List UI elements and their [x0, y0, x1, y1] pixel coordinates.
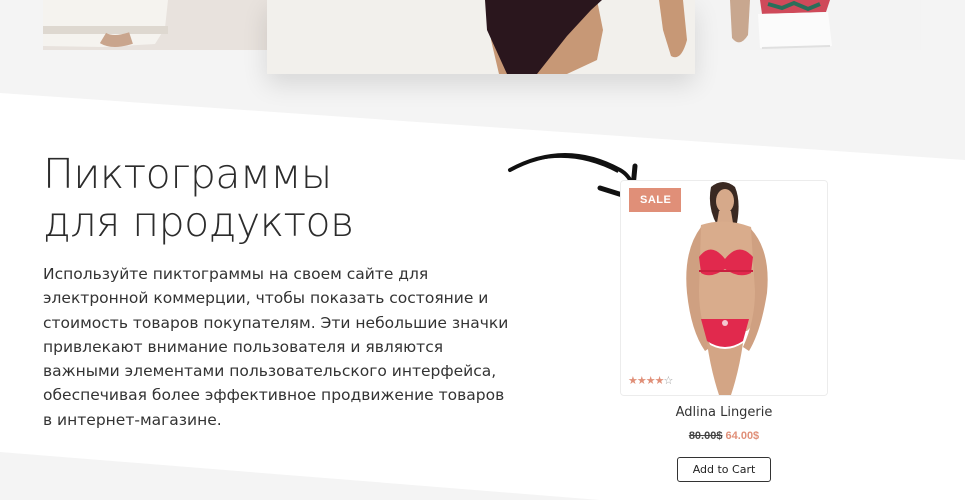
sale-badge: SALE — [629, 188, 681, 212]
rating-stars: ★★★★☆ — [628, 374, 674, 387]
hero-image-right — [690, 0, 921, 50]
product-card[interactable]: SALE ★★★★☆ — [620, 180, 828, 396]
description-text: Используйте пиктограммы на своем сайте д… — [43, 265, 509, 429]
star-empty-icon: ☆ — [663, 375, 674, 387]
hero-image-center — [267, 0, 695, 74]
page-title: Пиктограммы для продуктов — [43, 150, 354, 246]
star-filled-icon: ★ — [645, 375, 656, 387]
page-title-line-1: Пиктограммы — [43, 150, 332, 198]
product-name[interactable]: Adlina Lingerie — [620, 405, 828, 420]
price-old: 80.00$ — [688, 430, 723, 442]
add-to-cart-button[interactable]: Add to Cart — [677, 457, 771, 482]
hero-image-left — [43, 0, 273, 50]
price-new: 64.00$ — [725, 430, 760, 442]
star-filled-icon: ★ — [628, 375, 638, 387]
star-filled-icon: ★ — [636, 375, 647, 387]
star-filled-icon: ★ — [654, 375, 665, 387]
price-row: 80.00$ 64.00$ — [620, 430, 828, 442]
product-image[interactable] — [621, 181, 827, 395]
page-title-line-2: для продуктов — [43, 198, 354, 246]
